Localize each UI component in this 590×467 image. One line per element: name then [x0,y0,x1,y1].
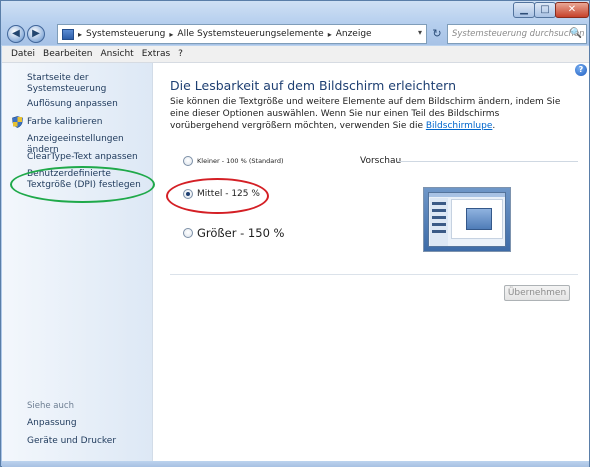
sidebar-home-link[interactable]: Startseite der Systemsteuerung [27,73,152,95]
sidebar: Startseite der Systemsteuerung Auflösung… [2,63,153,461]
menu-bearbeiten[interactable]: Bearbeiten [43,49,92,59]
see-also-heading: Siehe auch [27,401,74,411]
search-placeholder: Systemsteuerung durchsuchen [452,29,585,39]
menu-ansicht[interactable]: Ansicht [100,49,133,59]
preview-sidebar [430,198,448,246]
address-bar[interactable]: ▸ Systemsteuerung ▸ Alle Systemsteuerung… [57,24,427,44]
page-description: Sie können die Textgröße und weitere Ele… [170,96,570,132]
help-icon[interactable]: ? [575,64,587,76]
radio-small[interactable] [183,156,193,166]
option-small-label: Kleiner - 100 % (Standard) [197,157,284,165]
breadcrumb-anzeige[interactable]: Anzeige [336,29,372,39]
breadcrumb-alle-elemente[interactable]: Alle Systemsteuerungselemente [177,29,323,39]
breadcrumb-separator-icon[interactable]: ▸ [169,30,173,39]
radio-large[interactable] [183,228,193,238]
sidebar-item-geraete-drucker[interactable]: Geräte und Drucker [27,436,116,447]
shield-icon [12,116,23,128]
breadcrumb-separator-icon[interactable]: ▸ [78,30,82,39]
preview-image [423,187,511,252]
menu-extras[interactable]: Extras [142,49,170,59]
description-text: Sie können die Textgröße und weitere Ele… [170,97,561,131]
sidebar-item-aufloesung[interactable]: Auflösung anpassen [27,99,118,110]
option-small[interactable]: Kleiner - 100 % (Standard) [183,156,284,166]
sidebar-item-anpassung[interactable]: Anpassung [27,418,77,429]
option-large[interactable]: Größer - 150 % [183,226,284,240]
preview-label: Vorschau [360,156,402,166]
minimize-button[interactable]: ▁ [513,2,535,18]
preview-divider [397,161,578,162]
search-input[interactable]: Systemsteuerung durchsuchen 🔍 [447,24,587,44]
magnifier-link[interactable]: Bildschirmlupe [426,121,493,131]
red-highlight-circle [166,178,269,214]
breadcrumb-systemsteuerung[interactable]: Systemsteuerung [86,29,165,39]
back-button[interactable]: ◀ [7,25,25,43]
preview-main [451,199,503,239]
green-highlight-circle [10,166,155,203]
sidebar-item-cleartype[interactable]: ClearType-Text anpassen [27,152,138,163]
menu-datei[interactable]: Datei [11,49,35,59]
menu-help[interactable]: ? [178,49,183,59]
page-title: Die Lesbarkeit auf dem Bildschirm erleic… [170,78,457,93]
control-panel-window: ▁ □ ✕ ◀ ▶ ▸ Systemsteuerung ▸ Alle Syste… [0,0,590,467]
content-divider [170,274,578,275]
description-end: . [492,121,496,131]
maximize-button[interactable]: □ [534,2,556,18]
option-large-label: Größer - 150 % [197,226,285,240]
refresh-icon[interactable]: ↻ [429,25,445,43]
close-button[interactable]: ✕ [555,2,589,18]
control-panel-icon [62,28,74,40]
breadcrumb-separator-icon[interactable]: ▸ [328,30,332,39]
search-icon[interactable]: 🔍 [570,28,582,39]
monitor-icon [466,208,492,230]
menu-bar: Datei Bearbeiten Ansicht Extras ? [2,46,589,63]
address-dropdown-icon[interactable]: ▾ [418,28,422,37]
forward-button[interactable]: ▶ [27,25,45,43]
preview-titlebar [429,193,505,197]
apply-button[interactable]: Übernehmen [504,285,570,301]
preview-window-icon [428,192,506,247]
sidebar-item-farbe[interactable]: Farbe kalibrieren [27,117,102,128]
window-bottom-border [2,461,589,467]
